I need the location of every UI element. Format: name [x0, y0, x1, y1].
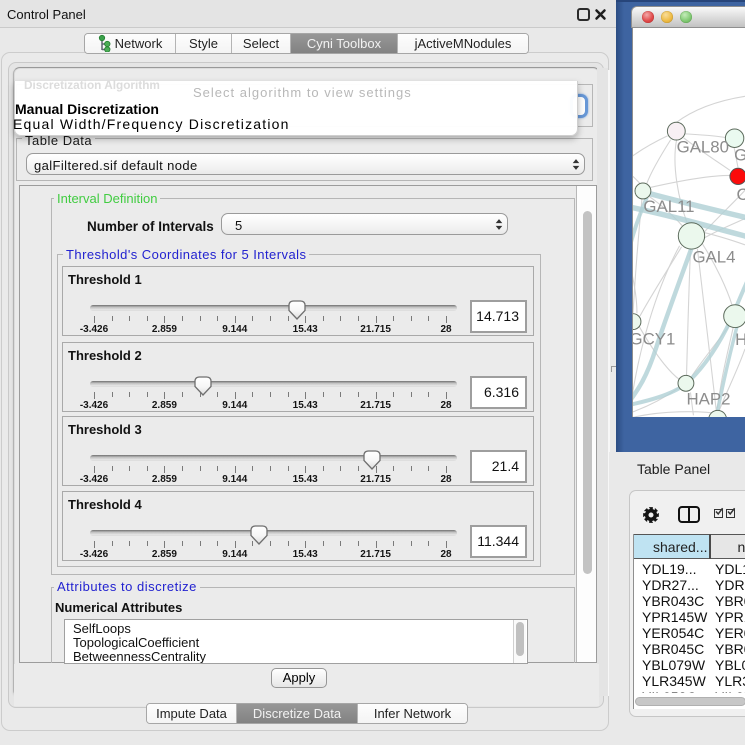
- svg-text:GAL80: GAL80: [677, 138, 729, 157]
- svg-text:GAL4: GAL4: [692, 248, 735, 267]
- svg-text:GAL11: GAL11: [643, 197, 694, 216]
- svg-text:C: C: [737, 185, 745, 204]
- svg-text:HAP2: HAP2: [687, 389, 731, 408]
- svg-text:GA: GA: [734, 146, 745, 165]
- svg-text:GCY1: GCY1: [632, 329, 675, 348]
- svg-text:H: H: [735, 330, 745, 349]
